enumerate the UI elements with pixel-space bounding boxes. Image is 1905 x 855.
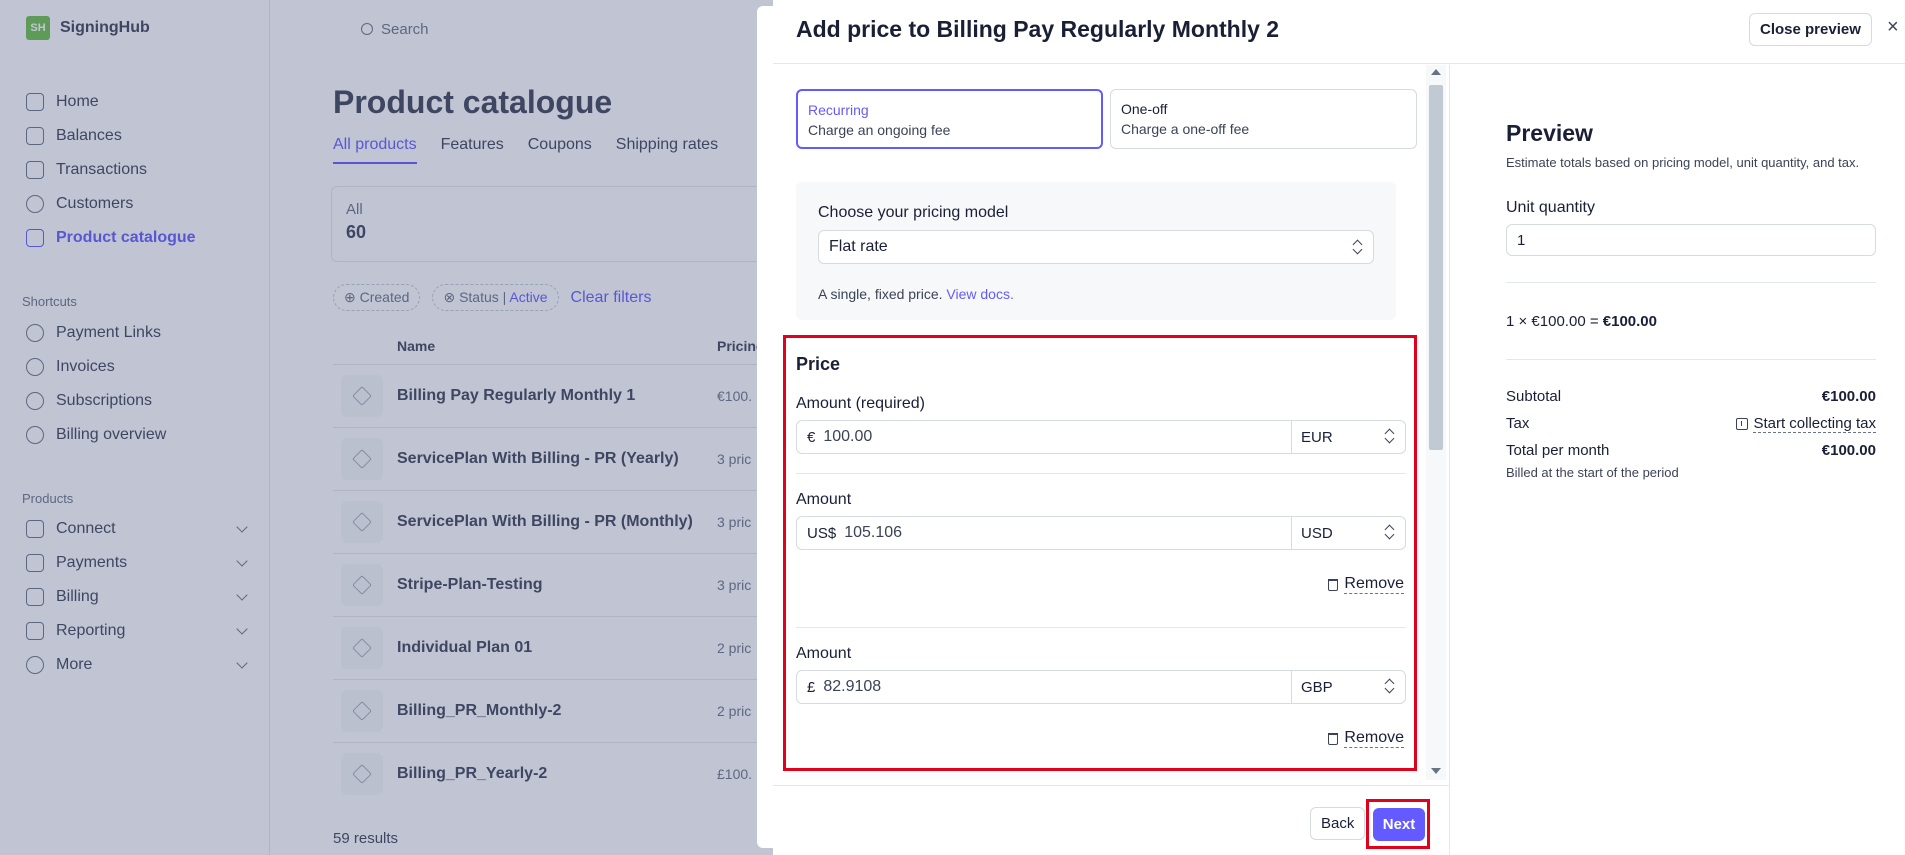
scroll-down-icon[interactable] xyxy=(1431,768,1441,774)
subtotal-row: Subtotal €100.00 xyxy=(1506,388,1876,405)
remove-gbp-button[interactable]: Remove xyxy=(1328,729,1404,748)
divider xyxy=(796,473,1406,474)
subtotal-value: €100.00 xyxy=(1821,388,1876,405)
drawer-title: Add price to Billing Pay Regularly Month… xyxy=(796,16,1280,42)
price-section-highlight: Price Amount (required) € 100.00 EUR Amo… xyxy=(783,335,1417,771)
scrollbar[interactable] xyxy=(1426,65,1446,780)
scroll-up-icon[interactable] xyxy=(1431,69,1441,75)
subtotal-label: Subtotal xyxy=(1506,388,1562,405)
preview-title: Preview xyxy=(1506,120,1593,146)
next-button[interactable]: Next xyxy=(1373,808,1425,841)
amount-label: Amount xyxy=(796,645,852,662)
close-icon[interactable]: × xyxy=(1887,16,1899,39)
currency-symbol: US$ xyxy=(807,524,837,542)
pricing-model-section: Choose your pricing model Flat rate A si… xyxy=(796,182,1396,320)
chevron-up-down-icon xyxy=(1385,428,1395,444)
preview-subtitle: Estimate totals based on pricing model, … xyxy=(1506,155,1860,170)
unit-quantity-label: Unit quantity xyxy=(1506,199,1595,216)
trash-icon xyxy=(1328,578,1339,591)
currency-symbol: € xyxy=(807,428,816,446)
chevron-up-down-icon xyxy=(1353,239,1363,255)
scrollbar-thumb[interactable] xyxy=(1429,85,1443,450)
divider xyxy=(1506,282,1876,283)
pricing-model-label: Choose your pricing model xyxy=(818,204,1009,221)
price-form: Recurring Charge an ongoing fee One-off … xyxy=(773,65,1449,785)
back-button[interactable]: Back xyxy=(1310,807,1366,840)
currency-symbol: £ xyxy=(807,678,816,696)
total-value: €100.00 xyxy=(1821,442,1876,459)
pricing-model-select[interactable]: Flat rate xyxy=(818,230,1374,264)
billed-note: Billed at the start of the period xyxy=(1506,465,1679,480)
drawer-header: Add price to Billing Pay Regularly Month… xyxy=(773,0,1905,64)
view-docs-link[interactable]: View docs. xyxy=(946,286,1013,302)
option-title: One-off xyxy=(1121,101,1168,117)
remove-label: Remove xyxy=(1344,575,1404,594)
divider xyxy=(796,627,1406,628)
next-button-highlight: Next xyxy=(1366,799,1430,849)
calculation-prefix: 1 × €100.00 = xyxy=(1506,313,1599,330)
tax-row: Tax Start collecting tax xyxy=(1506,415,1876,433)
calculation-total: €100.00 xyxy=(1602,313,1657,330)
option-subtitle: Charge a one-off fee xyxy=(1121,121,1250,137)
recurring-option[interactable]: Recurring Charge an ongoing fee xyxy=(796,89,1103,149)
calculation-line: 1 × €100.00 = €100.00 xyxy=(1506,313,1657,330)
option-subtitle: Charge an ongoing fee xyxy=(808,122,951,138)
pricing-model-value: Flat rate xyxy=(829,238,888,255)
pricing-model-help: A single, fixed price. View docs. xyxy=(818,286,1374,302)
trash-icon xyxy=(1328,732,1339,745)
amount-input[interactable]: 105.106 xyxy=(836,524,1291,542)
currency-select[interactable]: USD xyxy=(1291,517,1405,549)
currency-value: EUR xyxy=(1301,428,1333,446)
drawer-footer: Back Next xyxy=(773,785,1449,855)
option-title: Recurring xyxy=(808,102,869,118)
remove-label: Remove xyxy=(1344,729,1404,748)
amount-field-usd: US$ 105.106 USD xyxy=(796,516,1406,550)
amount-label: Amount (required) xyxy=(796,395,925,412)
currency-select[interactable]: GBP xyxy=(1291,671,1405,703)
close-preview-button[interactable]: Close preview xyxy=(1749,13,1872,46)
chevron-up-down-icon xyxy=(1385,524,1395,540)
pricing-model-help-text: A single, fixed price. xyxy=(818,286,943,302)
add-price-drawer: Add price to Billing Pay Regularly Month… xyxy=(773,0,1905,855)
amount-field-eur: € 100.00 EUR xyxy=(796,420,1406,454)
preview-panel: Preview Estimate totals based on pricing… xyxy=(1449,65,1905,855)
amount-label: Amount xyxy=(796,491,852,508)
currency-value: USD xyxy=(1301,524,1333,542)
price-section-title: Price xyxy=(796,354,841,374)
start-collecting-tax-link[interactable]: Start collecting tax xyxy=(1736,415,1876,433)
amount-input[interactable]: 100.00 xyxy=(815,428,1291,446)
total-label: Total per month xyxy=(1506,442,1610,459)
remove-usd-button[interactable]: Remove xyxy=(1328,575,1404,594)
total-row: Total per month €100.00 xyxy=(1506,442,1876,459)
divider xyxy=(1506,359,1876,360)
chevron-up-down-icon xyxy=(1385,678,1395,694)
currency-value: GBP xyxy=(1301,678,1333,696)
one-off-option[interactable]: One-off Charge a one-off fee xyxy=(1110,89,1417,149)
start-collecting-tax-label: Start collecting tax xyxy=(1753,415,1876,433)
amount-input[interactable]: 82.9108 xyxy=(815,678,1291,696)
amount-field-gbp: £ 82.9108 GBP xyxy=(796,670,1406,704)
unit-quantity-input[interactable] xyxy=(1506,224,1876,256)
info-icon xyxy=(1736,418,1749,430)
tax-label: Tax xyxy=(1506,415,1530,432)
currency-select[interactable]: EUR xyxy=(1291,421,1405,453)
